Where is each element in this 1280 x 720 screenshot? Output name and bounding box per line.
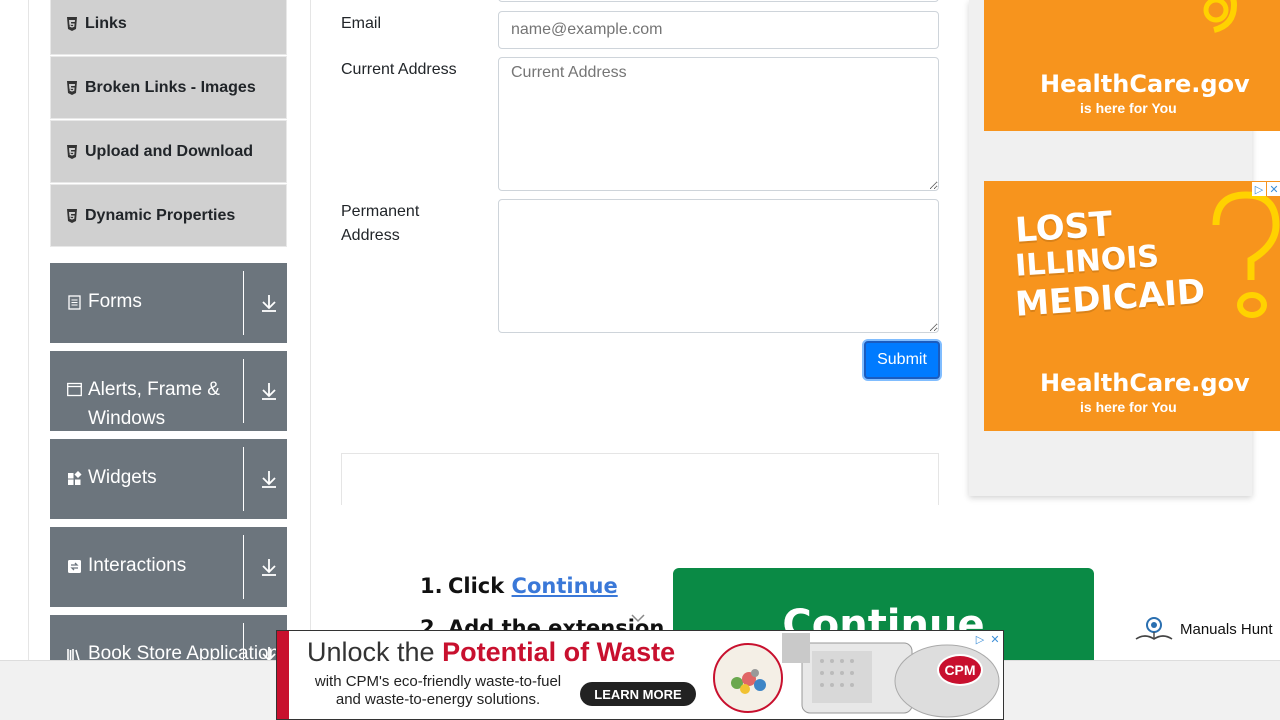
headline-emphasis: Potential of Waste — [442, 637, 676, 667]
permanent-address-label: Permanent Address — [341, 203, 420, 244]
widgets-icon — [68, 471, 82, 485]
sidebar-group-interactions[interactable]: Interactions — [50, 527, 287, 607]
sidebar-group-label: Alerts, Frame & Windows — [88, 379, 220, 429]
step-text: Click — [448, 574, 512, 598]
sidebar-group-widgets[interactable]: Widgets — [50, 439, 287, 519]
sidebar-item-label: Dynamic Properties — [85, 206, 236, 224]
submit-button[interactable]: Submit — [864, 341, 940, 379]
healthcare-ad-top[interactable]: HealthCare.gov is here for You — [984, 0, 1280, 131]
banner-subtext: with CPM's eco-friendly waste-to-fuel an… — [314, 673, 562, 708]
sidebar-group-forms[interactable]: Forms — [50, 263, 287, 343]
waste-image — [713, 643, 783, 713]
sidebar-right-border — [310, 0, 311, 660]
email-label: Email — [341, 15, 382, 32]
step-number: 1. — [420, 574, 443, 598]
download-arrow-icon[interactable] — [260, 469, 278, 489]
current-address-field[interactable] — [498, 57, 939, 191]
sidebar-item-label: Links — [85, 14, 127, 32]
question-mark-graphic — [1203, 0, 1238, 33]
adchoices-icon[interactable]: ▷ — [973, 632, 987, 646]
download-arrow-icon[interactable] — [260, 557, 278, 577]
adchoices-icon[interactable]: ▷ — [1252, 182, 1266, 196]
manuals-hunt-logo[interactable]: Manuals Hunt — [1134, 614, 1280, 644]
window-icon — [67, 382, 82, 397]
sidebar-item-label: Upload and Download — [85, 142, 253, 160]
headline-plain: Unlock the — [307, 637, 443, 667]
html5-icon — [66, 16, 78, 31]
cpm-banner-ad[interactable]: Unlock the Potential of Waste with CPM's… — [276, 630, 1004, 720]
learn-more-button[interactable]: LEARN MORE — [580, 682, 696, 706]
step-1: 1. Click Continue — [420, 574, 618, 598]
document-icon — [68, 295, 81, 310]
banner-headline: Unlock the Potential of Waste — [307, 637, 675, 668]
divider — [243, 447, 244, 511]
page: Links Broken Links - Images Upload and D… — [0, 0, 1280, 720]
close-icon[interactable]: ✕ — [1267, 182, 1280, 196]
sidebar-item-label: Broken Links - Images — [85, 78, 256, 96]
divider — [243, 359, 244, 423]
previous-field-edge — [498, 0, 939, 2]
current-address-label: Current Address — [341, 61, 457, 78]
interactions-icon — [68, 560, 81, 573]
cpm-logo: CPM — [937, 654, 983, 686]
divider — [243, 271, 244, 335]
download-arrow-icon[interactable] — [260, 293, 278, 313]
download-arrow-icon[interactable] — [260, 381, 278, 401]
output-box — [341, 453, 939, 505]
sidebar-item-dynamic-properties[interactable]: Dynamic Properties — [50, 184, 287, 247]
healthcare-tagline: is here for You — [1080, 100, 1177, 116]
email-field[interactable] — [498, 11, 939, 49]
html5-icon — [66, 80, 78, 95]
chevron-down-icon[interactable] — [630, 612, 646, 624]
sidebar-item-broken-links[interactable]: Broken Links - Images — [50, 56, 287, 119]
permanent-address-field[interactable] — [498, 199, 939, 333]
sidebar-group-alerts[interactable]: Alerts, Frame & Windows — [50, 351, 287, 431]
sidebar-item-links[interactable]: Links — [50, 0, 287, 55]
sidebar-group-label: Forms — [88, 291, 142, 312]
healthcare-ad-medicaid[interactable]: LOST ILLINOIS MEDICAID HealthCare.gov is… — [984, 181, 1280, 431]
sidebar-group-label: Interactions — [88, 555, 187, 576]
manuals-hunt-icon — [1135, 617, 1173, 640]
html5-icon — [66, 144, 78, 159]
question-mark-graphic — [1212, 191, 1280, 318]
manuals-hunt-text: Manuals Hunt — [1180, 620, 1273, 638]
sidebar-group-label: Widgets — [88, 467, 157, 488]
sidebar-item-upload-download[interactable]: Upload and Download — [50, 120, 287, 183]
close-icon[interactable]: ✕ — [988, 632, 1002, 646]
continue-link[interactable]: Continue — [512, 574, 618, 598]
html5-icon — [66, 208, 78, 223]
healthcare-tagline: is here for You — [1080, 399, 1177, 415]
banner-accent — [277, 631, 289, 719]
divider — [243, 535, 244, 599]
sidebar-left-border — [28, 0, 29, 660]
healthcare-brand: HealthCare.gov — [1040, 369, 1250, 397]
healthcare-brand: HealthCare.gov — [1040, 70, 1250, 98]
